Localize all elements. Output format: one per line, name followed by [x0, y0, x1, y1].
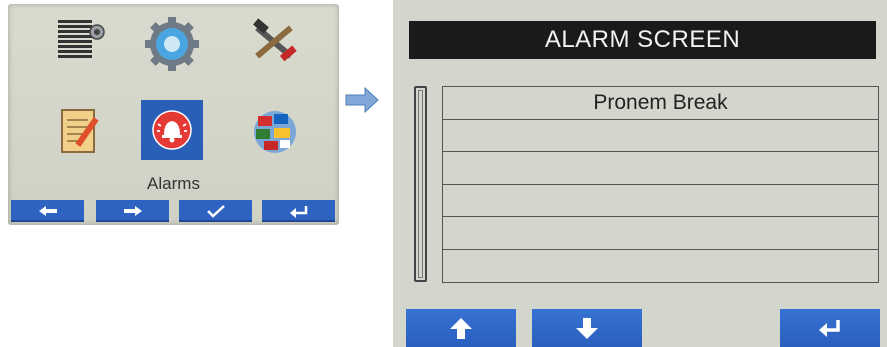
- alarm-screen: ALARM SCREEN Pronem Break: [393, 0, 887, 347]
- confirm-button[interactable]: [179, 200, 252, 222]
- right-arrow-button[interactable]: [96, 200, 169, 222]
- scrollbar-track: [418, 90, 423, 278]
- arrow-up-icon: [450, 318, 472, 339]
- arrow-right-icon: [123, 206, 142, 216]
- scroll-up-button[interactable]: [406, 309, 516, 347]
- return-icon: [819, 320, 840, 337]
- alarm-list-scrollbar[interactable]: [414, 86, 427, 282]
- alarm-bell-icon[interactable]: [141, 100, 203, 160]
- tools-icon[interactable]: [244, 12, 306, 72]
- return-icon: [289, 206, 307, 218]
- alarm-row[interactable]: [443, 185, 878, 217]
- scroll-down-button[interactable]: [532, 309, 642, 347]
- blind-settings-icon[interactable]: [50, 10, 112, 70]
- return-button[interactable]: [780, 309, 880, 347]
- notepad-icon[interactable]: [50, 102, 112, 162]
- left-arrow-button[interactable]: [11, 200, 84, 222]
- alarm-list: Pronem Break: [442, 86, 879, 283]
- selected-menu-label: Alarms: [147, 174, 200, 193]
- alarm-row[interactable]: [443, 250, 878, 283]
- return-button[interactable]: [262, 200, 335, 222]
- alarm-row[interactable]: [443, 120, 878, 152]
- checkmark-icon: [206, 205, 225, 218]
- alarm-row[interactable]: [443, 217, 878, 250]
- screen-title: ALARM SCREEN: [409, 21, 876, 59]
- alarm-row[interactable]: [443, 152, 878, 185]
- globe-flags-icon[interactable]: [244, 102, 306, 162]
- arrow-left-icon: [38, 206, 57, 216]
- alarm-row[interactable]: Pronem Break: [443, 87, 878, 120]
- arrow-down-icon: [576, 318, 598, 339]
- main-menu-screen: Alarms: [8, 4, 339, 225]
- gear-icon[interactable]: [141, 14, 203, 74]
- transition-arrow-icon: [345, 87, 379, 113]
